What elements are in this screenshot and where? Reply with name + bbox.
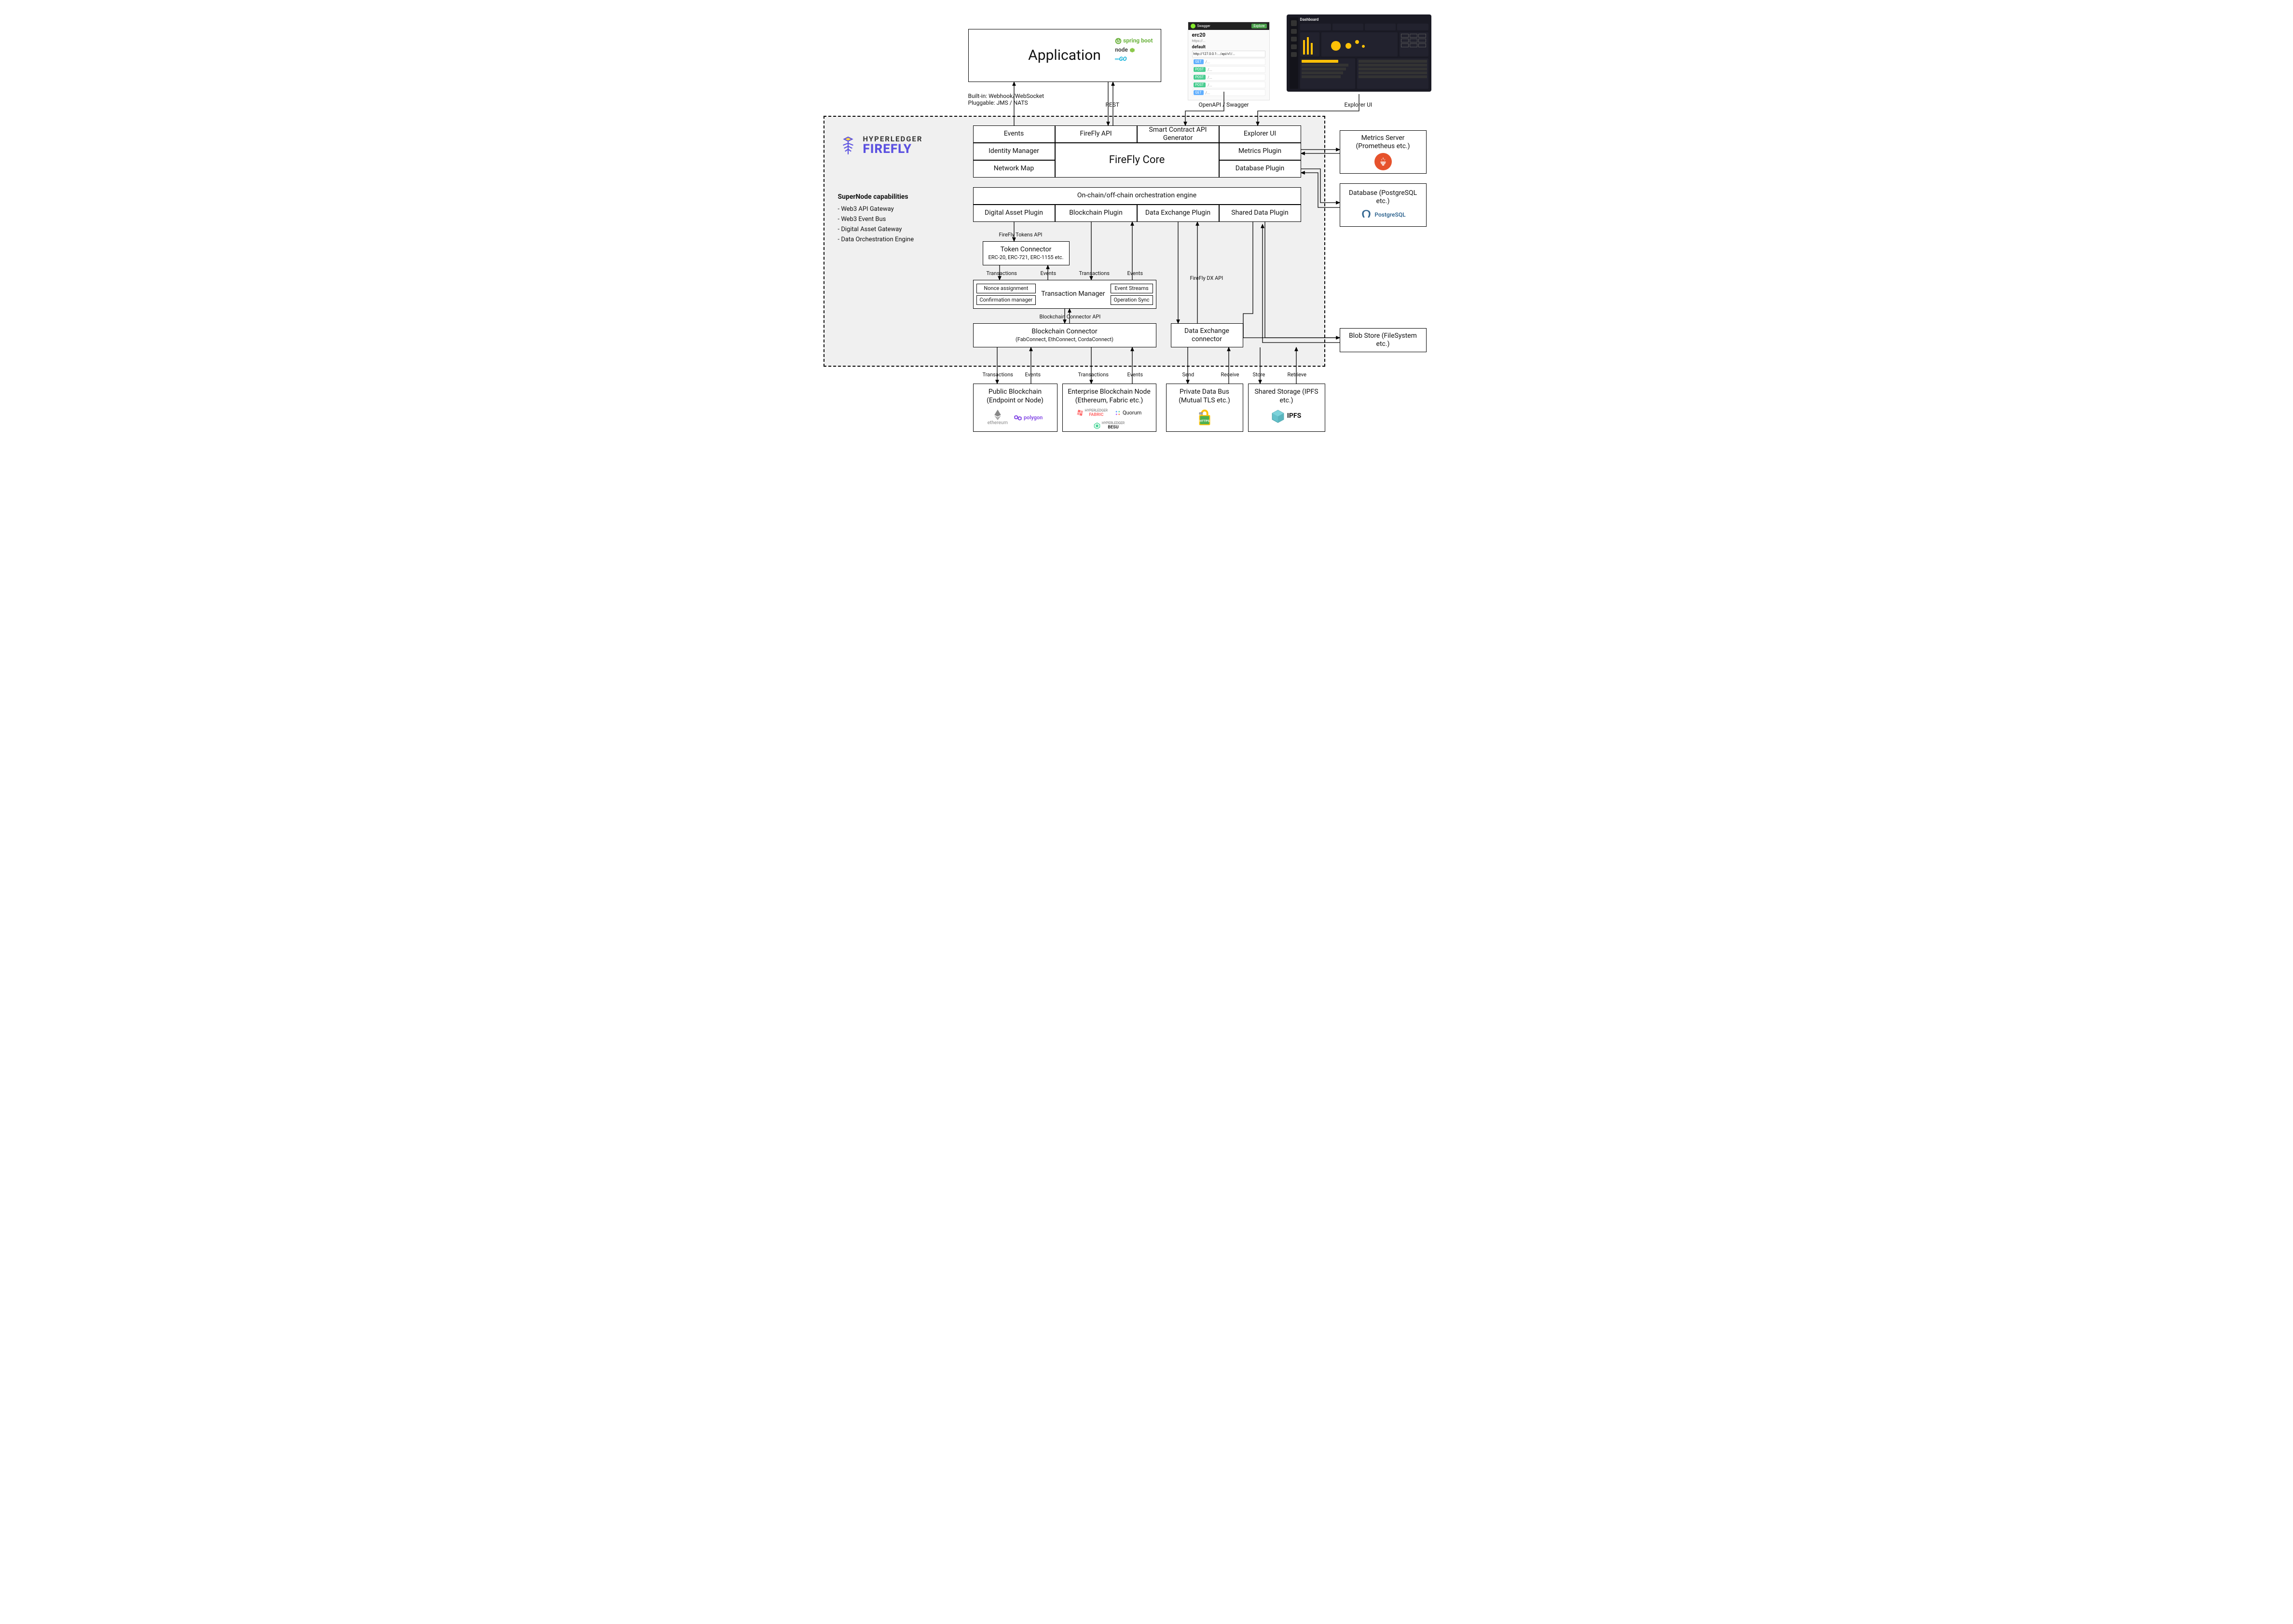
fabric-logo: HYPERLEDGERFABRIC (1077, 409, 1108, 417)
database-box: Database (PostgreSQL etc.) PostgreSQL (1340, 183, 1427, 227)
capability-item: - Web3 API Gateway (838, 206, 954, 213)
enterprise-blockchain-box: Enterprise Blockchain Node (Ethereum, Fa… (1062, 384, 1156, 432)
go-logo: ═GO (1115, 55, 1126, 63)
rest-label: REST (1106, 101, 1120, 108)
shared-storage-box: Shared Storage (IPFS etc.) IPFS (1248, 384, 1325, 432)
firefly-tokens-api-label: FireFly Tokens API (999, 232, 1043, 238)
bc2-events-label: Events (1127, 372, 1143, 378)
bc1-transactions-label: Transactions (983, 372, 1013, 378)
blockchain-connector-box: Blockchain Connector (FabConnect, EthCon… (973, 323, 1156, 347)
https-lock-icon: HTTPS TLS (1195, 408, 1214, 428)
tc-transactions-label: Transactions (987, 270, 1017, 276)
spring-boot-logo: spring boot (1115, 37, 1153, 44)
nonce-assignment-box: Nonce assignment (976, 284, 1036, 293)
quorum-logo: Quorum (1114, 409, 1141, 417)
application-title: Application (1028, 46, 1101, 65)
firefly-logo: HYPERLEDGER FIREFLY (838, 135, 923, 155)
postgresql-icon (1360, 209, 1373, 221)
bc2-transactions-label: Transactions (1078, 372, 1109, 378)
prometheus-icon (1374, 153, 1392, 170)
firefly-icon (838, 135, 858, 155)
capabilities-title: SuperNode capabilities (838, 193, 954, 201)
logo-line2: FIREFLY (863, 143, 923, 155)
confirmation-manager-box: Confirmation manager (976, 295, 1036, 305)
ipfs-icon (1272, 410, 1284, 423)
send-label: Send (1182, 372, 1195, 378)
data-exchange-connector-box: Data Exchange connector (1171, 323, 1243, 347)
svg-text:TLS: TLS (1199, 412, 1203, 414)
swagger-screenshot: Swagger Explore erc20 https://... defaul… (1188, 22, 1270, 100)
database-plugin-box: Database Plugin (1219, 160, 1301, 178)
capability-item: - Data Orchestration Engine (838, 236, 954, 243)
postgres-label: PostgreSQL (1374, 211, 1405, 219)
private-data-bus-box: Private Data Bus (Mutual TLS etc.) HTTPS… (1166, 384, 1243, 432)
capabilities-block: SuperNode capabilities - Web3 API Gatewa… (838, 193, 954, 246)
tc-events-label: Events (1041, 270, 1057, 276)
blockchain-plugin-box: Blockchain Plugin (1055, 205, 1137, 222)
firefly-api-box: FireFly API (1055, 125, 1137, 143)
ipfs-label: IPFS (1287, 412, 1301, 421)
bc1-events-label: Events (1025, 372, 1041, 378)
shared-data-plugin-box: Shared Data Plugin (1219, 205, 1301, 222)
token-connector-box: Token Connector ERC-20, ERC-721, ERC-115… (983, 241, 1070, 265)
bp-events-label: Events (1127, 270, 1143, 276)
digital-asset-plugin-box: Digital Asset Plugin (973, 205, 1055, 222)
besu-logo: HYPERLEDGERBESU (1094, 421, 1125, 430)
retrieve-label: Retrieve (1288, 372, 1306, 378)
application-box: Application spring boot node ═GO (968, 29, 1161, 82)
capability-item: - Digital Asset Gateway (838, 226, 954, 233)
node-logo: node (1115, 46, 1135, 54)
receive-label: Receive (1221, 372, 1239, 378)
data-exchange-plugin-box: Data Exchange Plugin (1137, 205, 1219, 222)
identity-manager-box: Identity Manager (973, 143, 1055, 160)
explorer-ui-box: Explorer UI (1219, 125, 1301, 143)
event-streams-box: Event Streams (1111, 284, 1153, 293)
ethereum-logo: ethereum (988, 410, 1008, 427)
bp-transactions-label: Transactions (1079, 270, 1110, 276)
blob-store-box: Blob Store (FileSystem etc.) (1340, 328, 1427, 352)
blockchain-connector-api-label: Blockchain Connector API (1040, 314, 1101, 320)
firefly-core-box: FireFly Core (1055, 143, 1219, 178)
openapi-label: OpenAPI / Swagger (1199, 101, 1249, 108)
smart-contract-api-box: Smart Contract API Generator (1137, 125, 1219, 143)
orchestration-box: On-chain/off-chain orchestration engine (973, 187, 1301, 205)
svg-text:HTTPS: HTTPS (1199, 419, 1209, 423)
events-box: Events (973, 125, 1055, 143)
network-map-box: Network Map (973, 160, 1055, 178)
explorer-ui-label: Explorer UI (1345, 101, 1373, 108)
polygon-logo: polygon (1014, 414, 1043, 422)
firefly-dx-api-label: FireFly DX API (1190, 275, 1223, 281)
metrics-plugin-box: Metrics Plugin (1219, 143, 1301, 160)
transaction-manager-box: Nonce assignment Confirmation manager Tr… (973, 280, 1156, 309)
operation-sync-box: Operation Sync (1111, 295, 1153, 305)
builtin-label: Built-in: Webhook/WebSocket Pluggable: J… (968, 93, 1044, 106)
transaction-manager-label: Transaction Manager (1041, 290, 1105, 299)
metrics-server-box: Metrics Server (Prometheus etc.) (1340, 130, 1427, 174)
store-label: Store (1253, 372, 1265, 378)
capability-item: - Web3 Event Bus (838, 216, 954, 223)
public-blockchain-box: Public Blockchain (Endpoint or Node) eth… (973, 384, 1057, 432)
explorer-screenshot: Dashboard (1287, 14, 1431, 92)
